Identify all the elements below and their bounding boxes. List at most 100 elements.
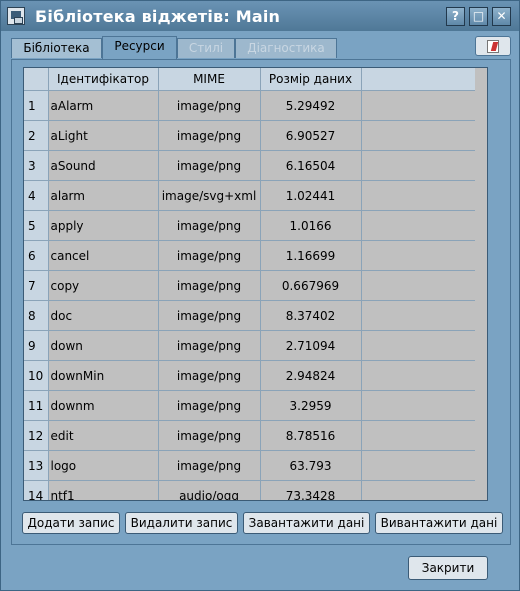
row-number[interactable]: 11 — [24, 390, 49, 421]
close-button[interactable]: Закрити — [408, 556, 488, 580]
cell-identifier[interactable]: aAlarm — [48, 90, 159, 121]
table-row[interactable]: 2 aLight image/png 6.90527 — [24, 120, 475, 151]
cell-size[interactable]: 5.29492 — [260, 90, 362, 121]
load-data-button[interactable]: Завантажити дані — [243, 512, 370, 534]
cell-identifier[interactable]: apply — [48, 210, 159, 241]
table-row[interactable]: 14 ntf1 audio/ogg 73.3428 — [24, 480, 475, 500]
cell-filler — [361, 150, 475, 181]
cell-mime[interactable]: image/png — [158, 150, 261, 181]
cell-mime[interactable]: image/png — [158, 90, 261, 121]
row-number[interactable]: 9 — [24, 330, 49, 361]
cell-size[interactable]: 1.0166 — [260, 210, 362, 241]
row-number[interactable]: 4 — [24, 180, 49, 211]
row-number[interactable]: 1 — [24, 90, 49, 121]
row-number-header[interactable] — [24, 68, 49, 91]
cell-mime[interactable]: image/png — [158, 210, 261, 241]
cell-filler — [361, 270, 475, 301]
table-row[interactable]: 4 alarm image/svg+xml 1.02441 — [24, 180, 475, 211]
cell-mime[interactable]: image/png — [158, 450, 261, 481]
cell-identifier[interactable]: cancel — [48, 240, 159, 271]
table-row[interactable]: 6 cancel image/png 1.16699 — [24, 240, 475, 271]
column-header-mime[interactable]: MIME — [158, 68, 261, 91]
delete-record-button[interactable]: Видалити запис — [125, 512, 238, 534]
table-row[interactable]: 5 apply image/png 1.0166 — [24, 210, 475, 241]
maximize-button[interactable]: □ — [469, 7, 488, 26]
column-header-size[interactable]: Розмір даних — [260, 68, 362, 91]
cell-size[interactable]: 8.78516 — [260, 420, 362, 451]
cell-mime[interactable]: image/svg+xml — [158, 180, 261, 211]
cell-identifier[interactable]: down — [48, 330, 159, 361]
cell-size[interactable]: 6.90527 — [260, 120, 362, 151]
tab-library[interactable]: Бібліотека — [11, 38, 102, 58]
cell-size[interactable]: 1.02441 — [260, 180, 362, 211]
cell-identifier[interactable]: downm — [48, 390, 159, 421]
table-row[interactable]: 10 downMin image/png 2.94824 — [24, 360, 475, 391]
resources-panel: Ідентифікатор MIME Розмір даних 1 aAlarm i… — [11, 59, 511, 545]
row-number[interactable]: 12 — [24, 420, 49, 451]
cell-mime[interactable]: image/png — [158, 120, 261, 151]
cell-identifier[interactable]: alarm — [48, 180, 159, 211]
cell-identifier[interactable]: doc — [48, 300, 159, 331]
help-button[interactable]: ? — [446, 7, 465, 26]
table-row[interactable]: 13 logo image/png 63.793 — [24, 450, 475, 481]
cell-identifier[interactable]: aSound — [48, 150, 159, 181]
table-row[interactable]: 9 down image/png 2.71094 — [24, 330, 475, 361]
cell-mime[interactable]: image/png — [158, 420, 261, 451]
resources-table[interactable]: Ідентифікатор MIME Розмір даних 1 aAlarm i… — [23, 67, 488, 501]
table-row[interactable]: 11 downm image/png 3.2959 — [24, 390, 475, 421]
cell-size[interactable]: 8.37402 — [260, 300, 362, 331]
cell-mime[interactable]: image/png — [158, 240, 261, 271]
cell-mime[interactable]: image/png — [158, 360, 261, 391]
add-record-button[interactable]: Додати запис — [22, 512, 120, 534]
row-number[interactable]: 13 — [24, 450, 49, 481]
cell-size[interactable]: 1.16699 — [260, 240, 362, 271]
cell-size[interactable]: 0.667969 — [260, 270, 362, 301]
row-number[interactable]: 6 — [24, 240, 49, 271]
cell-identifier[interactable]: edit — [48, 420, 159, 451]
cell-filler — [361, 90, 475, 121]
cell-filler — [361, 120, 475, 151]
corner-doc-button[interactable] — [475, 36, 511, 56]
cell-filler — [361, 180, 475, 211]
cell-size[interactable]: 2.71094 — [260, 330, 362, 361]
title-bar[interactable]: Бібліотека віджетів: Main ? □ ✕ — [1, 1, 519, 31]
table-row[interactable]: 7 copy image/png 0.667969 — [24, 270, 475, 301]
cell-filler — [361, 420, 475, 451]
cell-size[interactable]: 73.3428 — [260, 480, 362, 500]
row-number[interactable]: 14 — [24, 480, 49, 500]
row-number[interactable]: 10 — [24, 360, 49, 391]
table-row[interactable]: 12 edit image/png 8.78516 — [24, 420, 475, 451]
table-row[interactable]: 3 aSound image/png 6.16504 — [24, 150, 475, 181]
row-number[interactable]: 7 — [24, 270, 49, 301]
table-row[interactable]: 1 aAlarm image/png 5.29492 — [24, 90, 475, 121]
cell-size[interactable]: 63.793 — [260, 450, 362, 481]
window-title: Бібліотека віджетів: Main — [35, 7, 281, 26]
cell-identifier[interactable]: copy — [48, 270, 159, 301]
cell-identifier[interactable]: ntf1 — [48, 480, 159, 500]
column-header-filler — [361, 68, 475, 91]
cell-size[interactable]: 3.2959 — [260, 390, 362, 421]
row-number[interactable]: 5 — [24, 210, 49, 241]
cell-size[interactable]: 6.16504 — [260, 150, 362, 181]
cell-mime[interactable]: image/png — [158, 300, 261, 331]
cell-filler — [361, 360, 475, 391]
cell-mime[interactable]: image/png — [158, 390, 261, 421]
cell-identifier[interactable]: logo — [48, 450, 159, 481]
row-number[interactable]: 8 — [24, 300, 49, 331]
cell-size[interactable]: 2.94824 — [260, 360, 362, 391]
cell-filler — [361, 450, 475, 481]
unload-data-button[interactable]: Вивантажити дані — [375, 512, 503, 534]
table-row[interactable]: 8 doc image/png 8.37402 — [24, 300, 475, 331]
row-number[interactable]: 3 — [24, 150, 49, 181]
cell-mime[interactable]: image/png — [158, 270, 261, 301]
row-number[interactable]: 2 — [24, 120, 49, 151]
column-header-id[interactable]: Ідентифікатор — [48, 68, 159, 91]
app-icon[interactable] — [7, 7, 25, 25]
cell-mime[interactable]: audio/ogg — [158, 480, 261, 500]
cell-identifier[interactable]: aLight — [48, 120, 159, 151]
cell-identifier[interactable]: downMin — [48, 360, 159, 391]
close-window-button[interactable]: ✕ — [492, 7, 511, 26]
cell-mime[interactable]: image/png — [158, 330, 261, 361]
tab-resources[interactable]: Ресурси — [102, 36, 177, 59]
cell-filler — [361, 300, 475, 331]
